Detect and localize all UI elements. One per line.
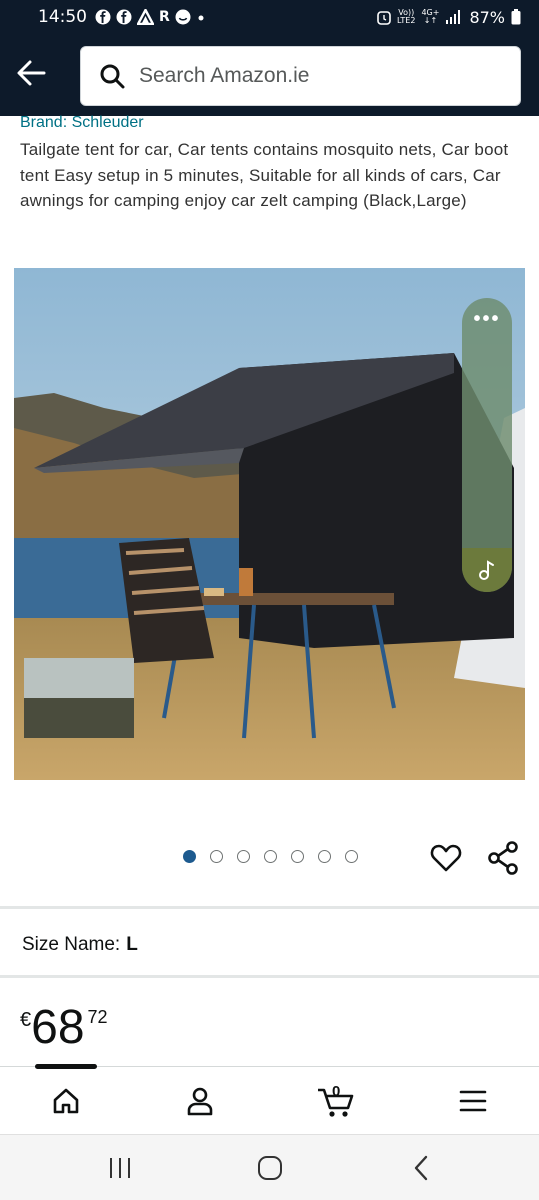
tent-photo (14, 268, 525, 780)
image-carousel-dots (183, 850, 358, 863)
nav-home-button[interactable] (44, 1081, 88, 1121)
price-currency: € (20, 1009, 32, 1031)
carousel-dot[interactable] (183, 850, 196, 863)
nav-menu-button[interactable] (451, 1081, 495, 1121)
carousel-dot[interactable] (291, 850, 304, 863)
r-icon: R (159, 9, 170, 25)
divider (0, 906, 539, 909)
recents-button[interactable] (100, 1153, 140, 1183)
status-bar: 14:50 R Vo)) LTE2 4G+ ↓↑ 87% (0, 0, 539, 34)
system-nav-bar (0, 1134, 539, 1200)
cart-count: 0 (332, 1083, 341, 1100)
recents-icon (110, 1158, 130, 1178)
signal-icon (446, 10, 461, 24)
facebook-icon (116, 9, 132, 25)
active-tab-indicator (35, 1064, 97, 1069)
status-time: 14:50 (38, 7, 87, 27)
price-whole: 68 (31, 1001, 85, 1054)
home-circle-icon (258, 1156, 282, 1180)
search-bar[interactable] (80, 46, 521, 106)
share-button[interactable] (486, 840, 520, 876)
triangle-icon (137, 9, 154, 25)
bottom-nav: 0 (0, 1064, 539, 1134)
battery-percent: 87% (469, 7, 505, 27)
amazon-app-screen: 14:50 R Vo)) LTE2 4G+ ↓↑ 87% Search Amaz… (0, 0, 539, 1200)
carousel-dot[interactable] (345, 850, 358, 863)
price: € 68 72 (20, 1003, 108, 1053)
battery-icon (511, 9, 521, 25)
product-image[interactable]: ••• (14, 268, 525, 780)
price-fraction: 72 (87, 1007, 108, 1027)
music-note-icon (479, 560, 494, 580)
nav-cart-button[interactable]: 0 (314, 1081, 358, 1121)
volte-indicator: Vo)) LTE2 (397, 8, 416, 25)
side-panel: ••• (462, 298, 512, 592)
system-home-button[interactable] (250, 1153, 290, 1183)
carousel-dot[interactable] (318, 850, 331, 863)
carousel-dot[interactable] (264, 850, 277, 863)
more-dots-icon[interactable]: ••• (462, 308, 512, 331)
carousel-dot[interactable] (210, 850, 223, 863)
menu-icon (459, 1090, 487, 1112)
heart-icon (430, 844, 462, 872)
app-header (0, 34, 539, 116)
notification-icons: R (95, 9, 206, 25)
divider (0, 975, 539, 978)
network-indicator: 4G+ ↓↑ (421, 8, 440, 25)
back-button[interactable] (14, 58, 50, 90)
nav-account-button[interactable] (178, 1081, 222, 1121)
status-right: Vo)) LTE2 4G+ ↓↑ 87% (377, 8, 521, 27)
back-arrow-icon (17, 60, 46, 86)
size-label: Size Name: (22, 934, 121, 955)
alarm-icon (377, 11, 391, 25)
account-icon (187, 1087, 213, 1116)
smiley-icon (175, 9, 191, 25)
facebook-icon (95, 9, 111, 25)
brand-link[interactable]: Brand: Schleuder (20, 114, 144, 132)
wishlist-button[interactable] (430, 842, 462, 874)
size-value: L (126, 934, 138, 955)
carousel-dot[interactable] (237, 850, 250, 863)
home-icon (53, 1088, 79, 1114)
product-title: Tailgate tent for car, Car tents contain… (20, 140, 509, 210)
search-input[interactable] (139, 64, 499, 88)
size-selector[interactable]: Size Name: L (22, 934, 138, 956)
search-icon (100, 64, 125, 89)
system-back-button[interactable] (402, 1153, 442, 1183)
notification-dot-icon (198, 15, 204, 21)
back-icon (414, 1155, 428, 1181)
share-icon (488, 841, 518, 875)
